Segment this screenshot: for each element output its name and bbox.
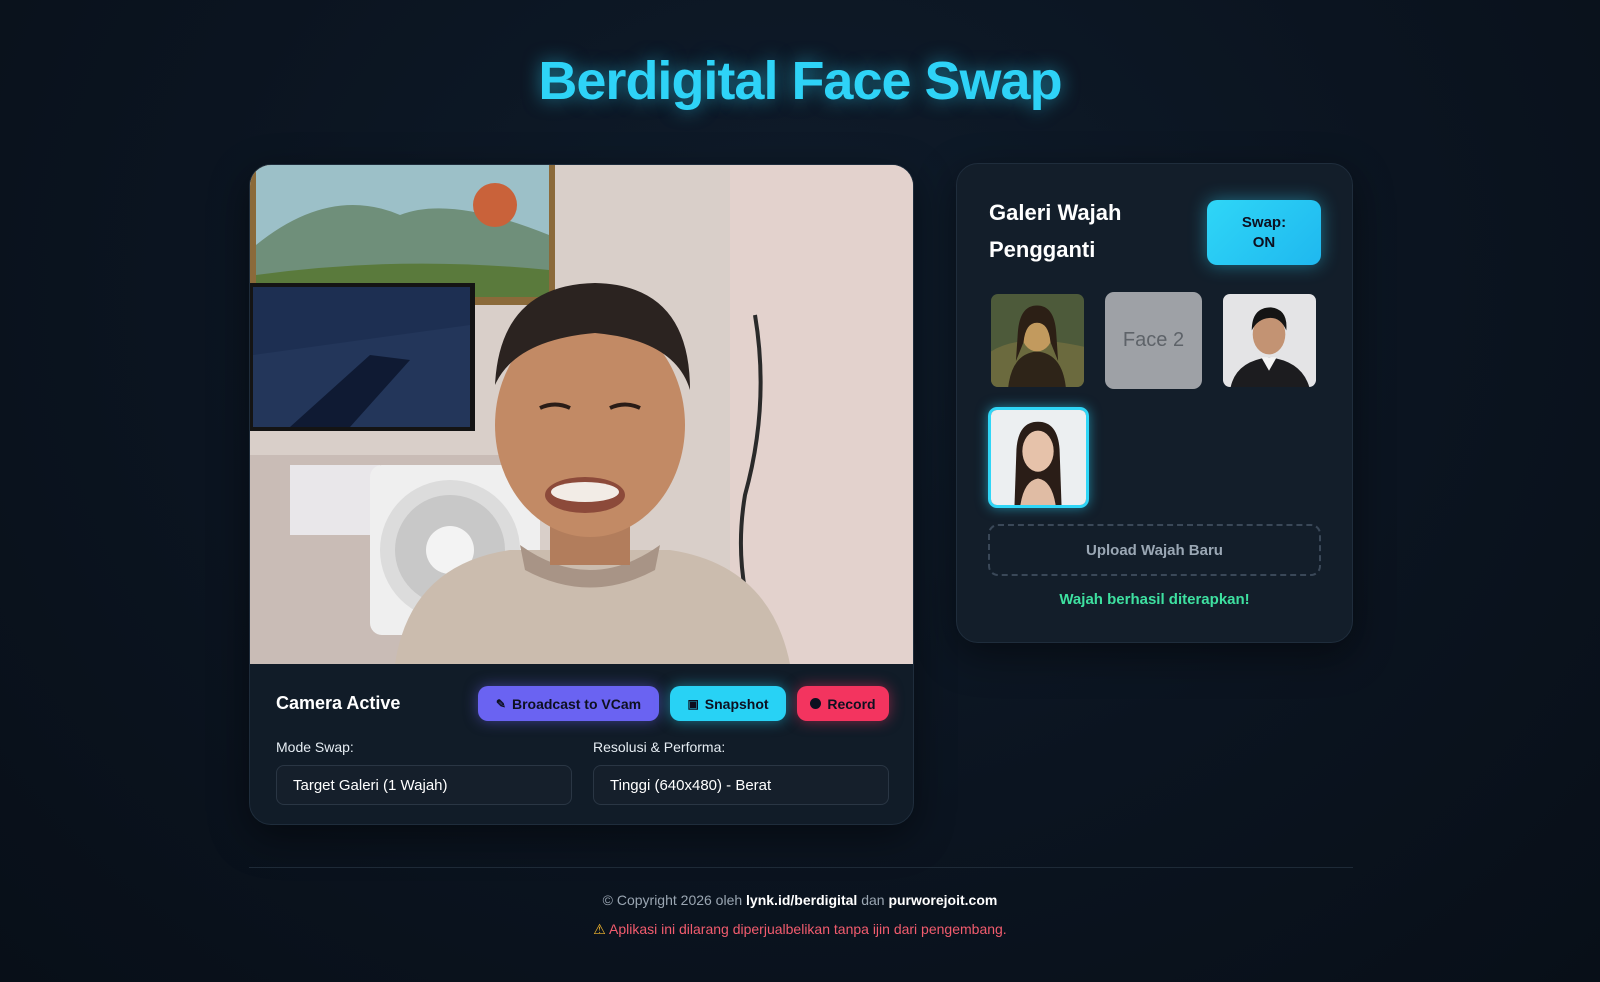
warning-text: Aplikasi ini dilarang diperjualbelikan t…	[608, 921, 1007, 937]
footer-link-purworejoit[interactable]: purworejoit.com	[888, 892, 997, 908]
face-thumb-2-label: Face 2	[1122, 329, 1185, 351]
gallery-title: Galeri Wajah Pengganti	[989, 200, 1122, 262]
warning-icon: ⚠	[593, 921, 606, 937]
resolution-select[interactable]: Tinggi (640x480) - Berat	[593, 765, 889, 805]
app-title: Berdigital Face Swap	[538, 51, 1062, 111]
copyright-prefix: © Copyright 2026 oleh	[602, 892, 743, 908]
mode-swap-label: Mode Swap:	[276, 739, 354, 755]
face-thumb-1[interactable]	[989, 292, 1086, 389]
status-message: Wajah berhasil diterapkan!	[1059, 591, 1250, 608]
face-thumb-2[interactable]: Face 2	[1105, 292, 1202, 389]
camera-status: Camera Active	[276, 693, 401, 713]
swap-label: Swap:	[1241, 213, 1287, 231]
mode-swap-select[interactable]: Target Galeri (1 Wajah)	[276, 765, 572, 805]
snapshot-label: Snapshot	[704, 695, 769, 712]
mona-lisa-portrait-icon	[991, 294, 1084, 387]
record-dot-icon	[810, 698, 822, 709]
gallery-card: Galeri Wajah Pengganti Swap: ON Face 2 U…	[956, 163, 1353, 643]
footer-warning: ⚠ Aplikasi ini dilarang diperjualbelikan…	[0, 921, 1600, 938]
record-label: Record	[827, 695, 876, 712]
snapshot-button[interactable]: ▣ Snapshot	[670, 686, 786, 721]
woman-portrait-icon	[991, 410, 1086, 505]
swap-toggle-button[interactable]: Swap: ON	[1207, 200, 1321, 265]
footer-divider	[249, 867, 1353, 868]
swap-state: ON	[1252, 233, 1276, 251]
camera-icon: ▣	[687, 696, 699, 711]
copyright-joiner: dan	[861, 892, 885, 908]
record-button[interactable]: Record	[797, 686, 889, 721]
camera-card: Camera Active ✎ Broadcast to VCam ▣ Snap…	[249, 164, 914, 825]
man-portrait-icon	[1223, 294, 1316, 387]
face-thumb-4[interactable]	[988, 407, 1089, 508]
broadcast-label: Broadcast to VCam	[511, 695, 642, 712]
resolution-label: Resolusi & Performa:	[593, 739, 726, 755]
pen-icon: ✎	[495, 696, 506, 711]
broadcast-button[interactable]: ✎ Broadcast to VCam	[478, 686, 659, 721]
camera-feed	[250, 165, 913, 664]
footer-copyright: © Copyright 2026 oleh lynk.id/berdigital…	[0, 892, 1600, 908]
upload-face-button[interactable]: Upload Wajah Baru	[988, 524, 1321, 576]
footer-link-lynk[interactable]: lynk.id/berdigital	[746, 892, 857, 908]
face-thumb-3[interactable]	[1221, 292, 1318, 389]
